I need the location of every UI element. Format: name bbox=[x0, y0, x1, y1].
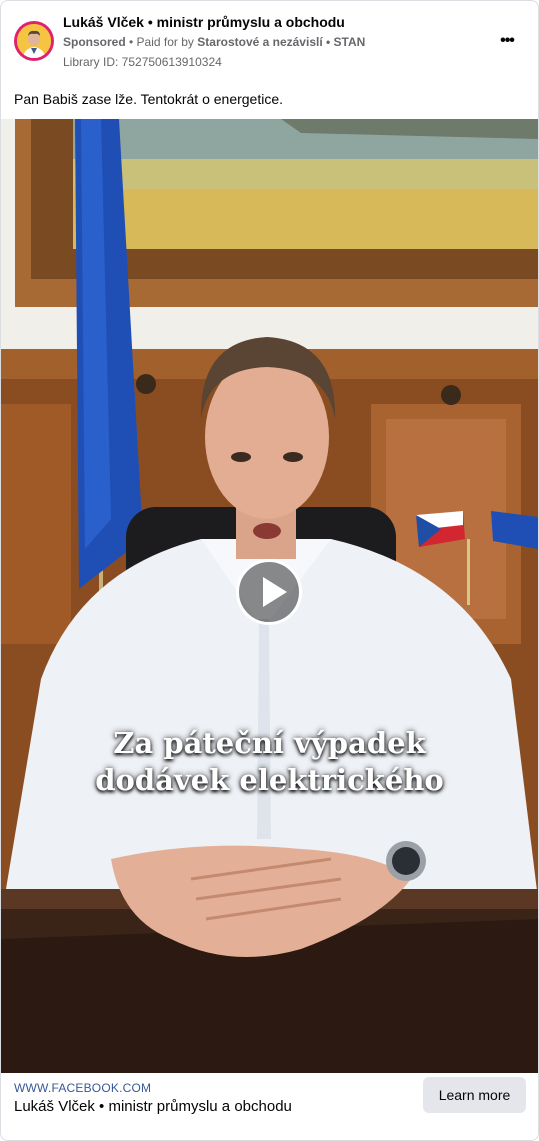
link-title[interactable]: Lukáš Vlček • ministr průmyslu a obchodu bbox=[14, 1098, 292, 1115]
avatar-portrait bbox=[17, 24, 51, 58]
sponsored-label[interactable]: Sponsored bbox=[63, 35, 126, 49]
link-domain[interactable]: WWW.FACEBOOK.COM bbox=[14, 1081, 151, 1095]
video-player[interactable]: Za páteční výpadek dodávek elektrického bbox=[1, 119, 538, 1073]
subtitle-line-2: dodávek elektrického bbox=[95, 763, 444, 797]
play-button[interactable] bbox=[236, 559, 302, 625]
play-icon bbox=[263, 577, 287, 607]
paid-for-prefix: Paid for by bbox=[136, 35, 194, 49]
video-subtitle: Za páteční výpadek dodávek elektrického bbox=[1, 725, 538, 799]
meta-separator: • bbox=[125, 35, 137, 49]
learn-more-button[interactable]: Learn more bbox=[423, 1077, 526, 1113]
post-header: Lukáš Vlček • ministr průmyslu a obchodu… bbox=[1, 1, 538, 81]
page-name[interactable]: Lukáš Vlček • ministr průmyslu a obchodu bbox=[63, 14, 345, 30]
post-caption: Pan Babiš zase lže. Tentokrát o energeti… bbox=[14, 91, 284, 107]
subtitle-line-1: Za páteční výpadek bbox=[113, 726, 426, 760]
avatar-image bbox=[17, 24, 51, 58]
link-footer[interactable]: WWW.FACEBOOK.COM Lukáš Vlček • ministr p… bbox=[1, 1073, 538, 1140]
library-id: Library ID: 752750613910324 bbox=[63, 55, 222, 69]
page-avatar[interactable] bbox=[14, 21, 54, 61]
sponsored-post-card: Lukáš Vlček • ministr průmyslu a obchodu… bbox=[0, 0, 539, 1141]
sponsored-meta: Sponsored • Paid for by Starostové a nez… bbox=[63, 35, 365, 49]
payer-name[interactable]: Starostové a nezávislí • STAN bbox=[197, 35, 365, 49]
more-options-icon[interactable]: ••• bbox=[493, 31, 521, 51]
